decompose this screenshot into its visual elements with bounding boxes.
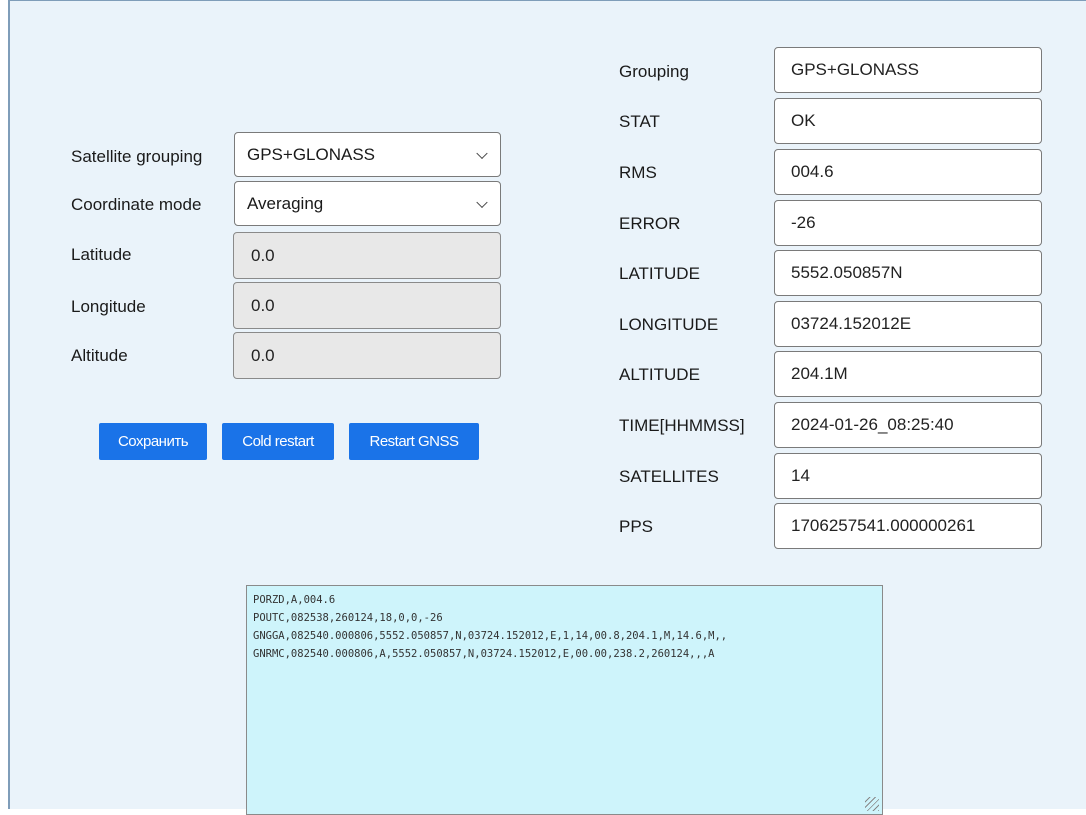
gnss-settings-panel: Satellite grouping GPS+GLONASS Coordinat… [8,0,1086,815]
status-value-satellites: 14 [791,466,810,485]
status-field-satellites[interactable]: 14 [774,453,1042,499]
status-field-altitude[interactable]: 204.1M [774,351,1042,397]
log-line: GNGGA,082540.000806,5552.050857,N,03724.… [253,630,728,642]
status-label-grouping: Grouping [619,62,689,81]
latitude-value: 0.0 [251,245,275,265]
status-value-rms: 004.6 [791,162,834,181]
satellite-grouping-value: GPS+GLONASS [247,144,376,164]
status-label-time: TIME[HHMMSS] [619,416,745,435]
status-label-error: ERROR [619,214,681,233]
status-field-latitude[interactable]: 5552.050857N [774,250,1042,296]
status-value-grouping: GPS+GLONASS [791,60,920,79]
coordinate-mode-label: Coordinate mode [71,195,202,214]
altitude-label: Altitude [71,346,128,365]
coordinate-mode-select[interactable]: Averaging [234,181,501,226]
status-label-pps: PPS [619,517,654,536]
status-value-error: -26 [791,213,816,232]
save-button[interactable]: Сохранить [99,423,207,460]
status-label-satellites: SATELLITES [619,467,719,486]
log-line: POUTC,082538,260124,18,0,0,-26 [253,612,443,624]
status-label-altitude: ALTITUDE [619,365,700,384]
status-value-pps: 1706257541.000000261 [791,516,976,535]
status-value-longitude: 03724.152012E [791,314,912,333]
status-value-latitude: 5552.050857N [791,263,903,282]
altitude-input[interactable]: 0.0 [233,332,501,379]
longitude-input[interactable]: 0.0 [233,282,501,329]
status-field-rms[interactable]: 004.6 [774,149,1042,195]
status-label-stat: STAT [619,112,660,131]
log-line: GNRMC,082540.000806,A,5552.050857,N,0372… [253,648,715,660]
status-field-stat[interactable]: OK [774,98,1042,144]
log-line: PORZD,A,004.6 [253,594,336,606]
status-field-pps[interactable]: 1706257541.000000261 [774,503,1042,549]
chevron-down-icon [476,147,488,159]
status-label-latitude: LATITUDE [619,264,700,283]
satellite-grouping-label: Satellite grouping [71,147,203,166]
satellite-grouping-select[interactable]: GPS+GLONASS [234,132,501,177]
coordinate-mode-value: Averaging [247,193,324,213]
chevron-down-icon [476,196,488,208]
latitude-input[interactable]: 0.0 [233,232,501,279]
altitude-value: 0.0 [251,345,275,365]
longitude-label: Longitude [71,297,146,316]
latitude-label: Latitude [71,245,132,264]
status-field-grouping[interactable]: GPS+GLONASS [774,47,1042,93]
status-label-rms: RMS [619,163,657,182]
longitude-value: 0.0 [251,295,275,315]
nmea-log-textarea[interactable]: PORZD,A,004.6 POUTC,082538,260124,18,0,0… [246,585,883,815]
status-field-time[interactable]: 2024-01-26_08:25:40 [774,402,1042,448]
status-value-time: 2024-01-26_08:25:40 [791,415,954,434]
status-value-altitude: 204.1M [791,364,848,383]
cold-restart-button[interactable]: Cold restart [222,423,334,460]
status-field-longitude[interactable]: 03724.152012E [774,301,1042,347]
status-field-error[interactable]: -26 [774,200,1042,246]
restart-gnss-button[interactable]: Restart GNSS [349,423,479,460]
status-value-stat: OK [791,111,816,130]
status-label-longitude: LONGITUDE [619,315,719,334]
